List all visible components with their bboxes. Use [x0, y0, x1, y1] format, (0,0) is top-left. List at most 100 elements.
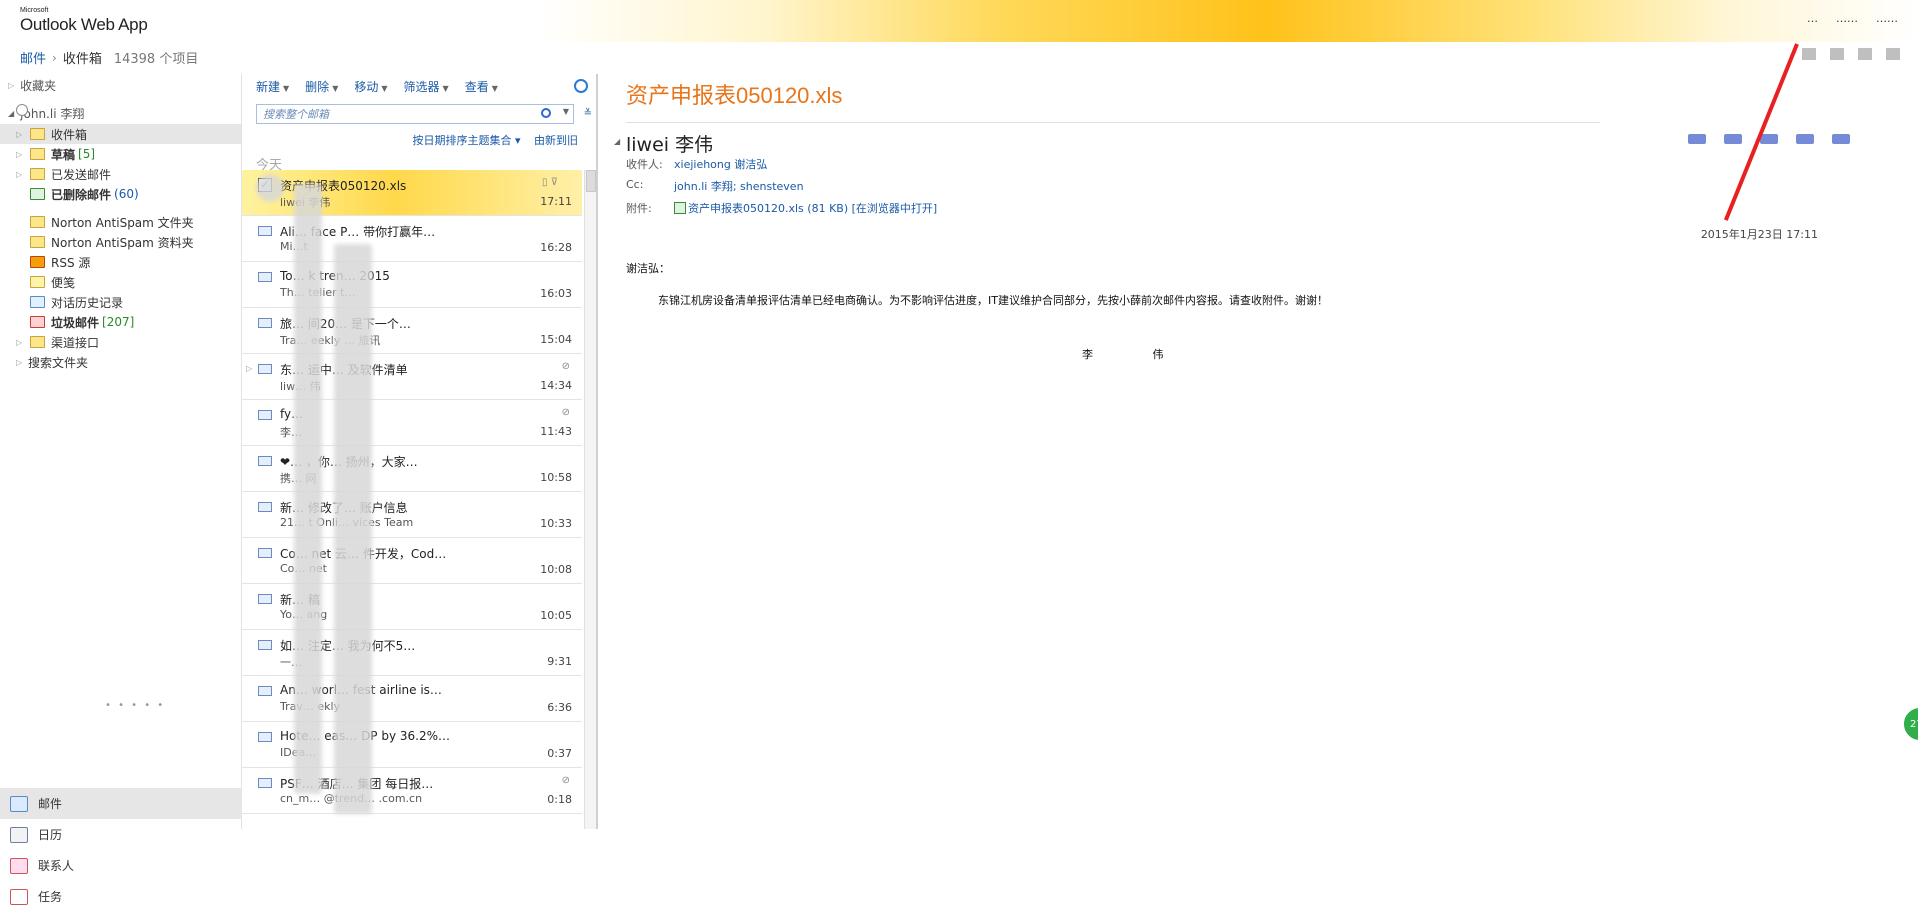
message-sender[interactable]: ◢ liwei 李伟: [614, 130, 713, 157]
breadcrumb-separator: ›: [52, 50, 57, 65]
forward-icon[interactable]: [1796, 134, 1814, 144]
message-time: 0:37: [547, 747, 572, 760]
envelope-icon: [258, 778, 272, 788]
collapse-icon[interactable]: ◢: [8, 109, 14, 118]
message-row[interactable]: 如… 注定… 我为何不5… 一… 9:31: [242, 630, 582, 676]
message-row[interactable]: 旅… 间20… 是下一个… Tra… eekly … 旅讯 15:04: [242, 308, 582, 354]
expand-icon[interactable]: ▷: [8, 81, 14, 90]
module-tasks[interactable]: 任务: [0, 881, 242, 912]
envelope-icon: [258, 272, 272, 282]
module-contacts[interactable]: 联系人: [0, 850, 242, 881]
message-row[interactable]: Ali… face P… 带你打赢年…Mi…t16:28: [242, 216, 582, 262]
more-actions-icon[interactable]: [1832, 134, 1850, 144]
folder-item[interactable]: ▷ 收件箱: [0, 124, 241, 144]
search-dropdown-icon[interactable]: ▼: [563, 107, 569, 116]
account-section[interactable]: ◢ john.li 李翔: [0, 102, 241, 124]
attachment-link[interactable]: 资产申报表050120.xls (81 KB) [在浏览器中打开]: [674, 200, 937, 216]
message-row[interactable]: To… k tren… 2015Th… telier t…16:03: [242, 262, 582, 308]
move-button[interactable]: 移动 ▼: [354, 78, 387, 95]
delete-button[interactable]: 删除 ▼: [305, 78, 338, 95]
breadcrumb-root[interactable]: 邮件: [20, 48, 46, 67]
header-link-3[interactable]: ……: [1876, 12, 1898, 25]
favorites-section[interactable]: ▷ 收藏夹: [0, 74, 241, 96]
cc-value[interactable]: john.li 李翔; shensteven: [674, 178, 804, 194]
item-count: 14398 个项目: [113, 52, 199, 67]
message-row[interactable]: PSF… 酒店… 集团 每日报…cn_m… @trend… .com.cn0:1…: [242, 768, 582, 814]
message-row[interactable]: Co… net 云… 件开发，Cod…Co… net10:08: [242, 538, 582, 584]
message-time: 16:28: [540, 241, 572, 254]
folder-item[interactable]: ▷ 渠道接口: [0, 332, 241, 352]
folder-item[interactable]: Norton AntiSpam 资料夹: [0, 232, 241, 252]
sort-order-button[interactable]: 由新到旧: [534, 134, 578, 147]
attachment-field: 附件: 资产申报表050120.xls (81 KB) [在浏览器中打开]: [626, 200, 937, 216]
expand-icon[interactable]: ▷: [16, 150, 28, 159]
flag-icon[interactable]: [1688, 134, 1706, 144]
folder-item[interactable]: ▷ 已发送邮件: [0, 164, 241, 184]
folder-item[interactable]: 便笺: [0, 272, 241, 292]
envelope-icon: [258, 594, 272, 604]
scrollbar-thumb[interactable]: [586, 170, 596, 192]
expand-search-icon[interactable]: ≚: [584, 108, 592, 119]
user-icon[interactable]: [1858, 48, 1872, 60]
folder-item[interactable]: 垃圾邮件 [207]: [0, 312, 241, 332]
envelope-icon: [258, 456, 272, 466]
folder-item[interactable]: 对话历史记录: [0, 292, 241, 312]
folder-item[interactable]: Norton AntiSpam 文件夹: [0, 212, 241, 232]
to-value[interactable]: xiejiehong 谢洁弘: [674, 156, 767, 172]
new-button[interactable]: 新建 ▼: [256, 78, 289, 95]
message-time: 16:03: [540, 287, 572, 300]
message-row[interactable]: 新… 稿Yo… ang10:05: [242, 584, 582, 630]
envelope-icon: [258, 502, 272, 512]
collapse-icon[interactable]: ◢: [614, 137, 620, 146]
reply-all-icon[interactable]: [1760, 134, 1778, 144]
message-row[interactable]: fy… 李… 11:43 ⊘: [242, 400, 582, 446]
folder-item[interactable]: ▷ 搜索文件夹: [0, 104, 241, 372]
filter-button[interactable]: 筛选器 ▼: [404, 78, 449, 95]
message-row[interactable]: ✓资产申报表050120.xlsliwei 李伟17:11▯ ⊽: [242, 170, 582, 216]
module-calendar[interactable]: 日历: [0, 819, 242, 850]
expand-icon[interactable]: ▷: [16, 358, 28, 367]
message-row[interactable]: An… worl… fest airline is…Trav… ekly6:36: [242, 676, 582, 722]
message-row[interactable]: ❤… ，你… 扬州，大家…携… 网10:58: [242, 446, 582, 492]
folder-icon: [30, 236, 45, 248]
search-icon[interactable]: [541, 108, 551, 118]
help-icon[interactable]: [1830, 48, 1844, 60]
folder-label: 已删除邮件: [51, 187, 112, 202]
attachment-label: 附件:: [626, 202, 652, 215]
expand-conversation-icon[interactable]: ▷: [246, 364, 252, 373]
expand-icon[interactable]: ▷: [16, 130, 28, 139]
header-link-1[interactable]: …: [1807, 12, 1818, 25]
search-folder-icon: [16, 104, 28, 116]
pane-resize-handle[interactable]: • • • • •: [105, 700, 165, 711]
history-icon: [30, 296, 45, 308]
refresh-icon[interactable]: [574, 79, 588, 93]
view-button[interactable]: 查看 ▼: [465, 78, 498, 95]
search-input[interactable]: 搜索整个邮箱 ▼: [256, 104, 574, 124]
message-row[interactable]: ▷东… 运中… 及软件清单liw… 伟14:34⊘: [242, 354, 582, 400]
envelope-icon: [258, 548, 272, 558]
expand-icon[interactable]: ▷: [16, 170, 28, 179]
sort-by-button[interactable]: 按日期排序主题集合 ▾: [402, 134, 520, 147]
brand-logo[interactable]: Microsoft Outlook Web App: [20, 7, 148, 35]
options-icon[interactable]: [1802, 48, 1816, 60]
breadcrumb-current: 收件箱: [62, 52, 102, 67]
header-link-2[interactable]: ……: [1836, 12, 1858, 25]
flag-icon[interactable]: ▯ ⊽: [542, 177, 558, 188]
cc-field: Cc: john.li 李翔; shensteven: [626, 178, 804, 193]
folder-label: RSS 源: [51, 255, 91, 270]
reply-icon[interactable]: [1724, 134, 1742, 144]
folder-item[interactable]: RSS 源: [0, 252, 241, 272]
list-scrollbar[interactable]: [584, 170, 596, 829]
folder-item[interactable]: 已删除邮件 (60): [0, 184, 241, 204]
brand-small: Microsoft: [20, 7, 49, 14]
message-row[interactable]: Hote… eas… DP by 36.2%…IDea…0:37: [242, 722, 582, 768]
module-mail[interactable]: 邮件: [0, 788, 242, 819]
settings-icon[interactable]: [1886, 48, 1900, 60]
message-row[interactable]: 新… 修改了… 账户信息21… t Onli… vices Team10:33: [242, 492, 582, 538]
privacy-blur: [294, 184, 322, 794]
folder-item[interactable]: ▷ 草稿 [5]: [0, 144, 241, 164]
folder-label: 收件箱: [51, 127, 88, 142]
expand-icon[interactable]: ▷: [16, 338, 28, 347]
rss-icon: [30, 256, 45, 268]
message-time: 10:08: [540, 563, 572, 576]
